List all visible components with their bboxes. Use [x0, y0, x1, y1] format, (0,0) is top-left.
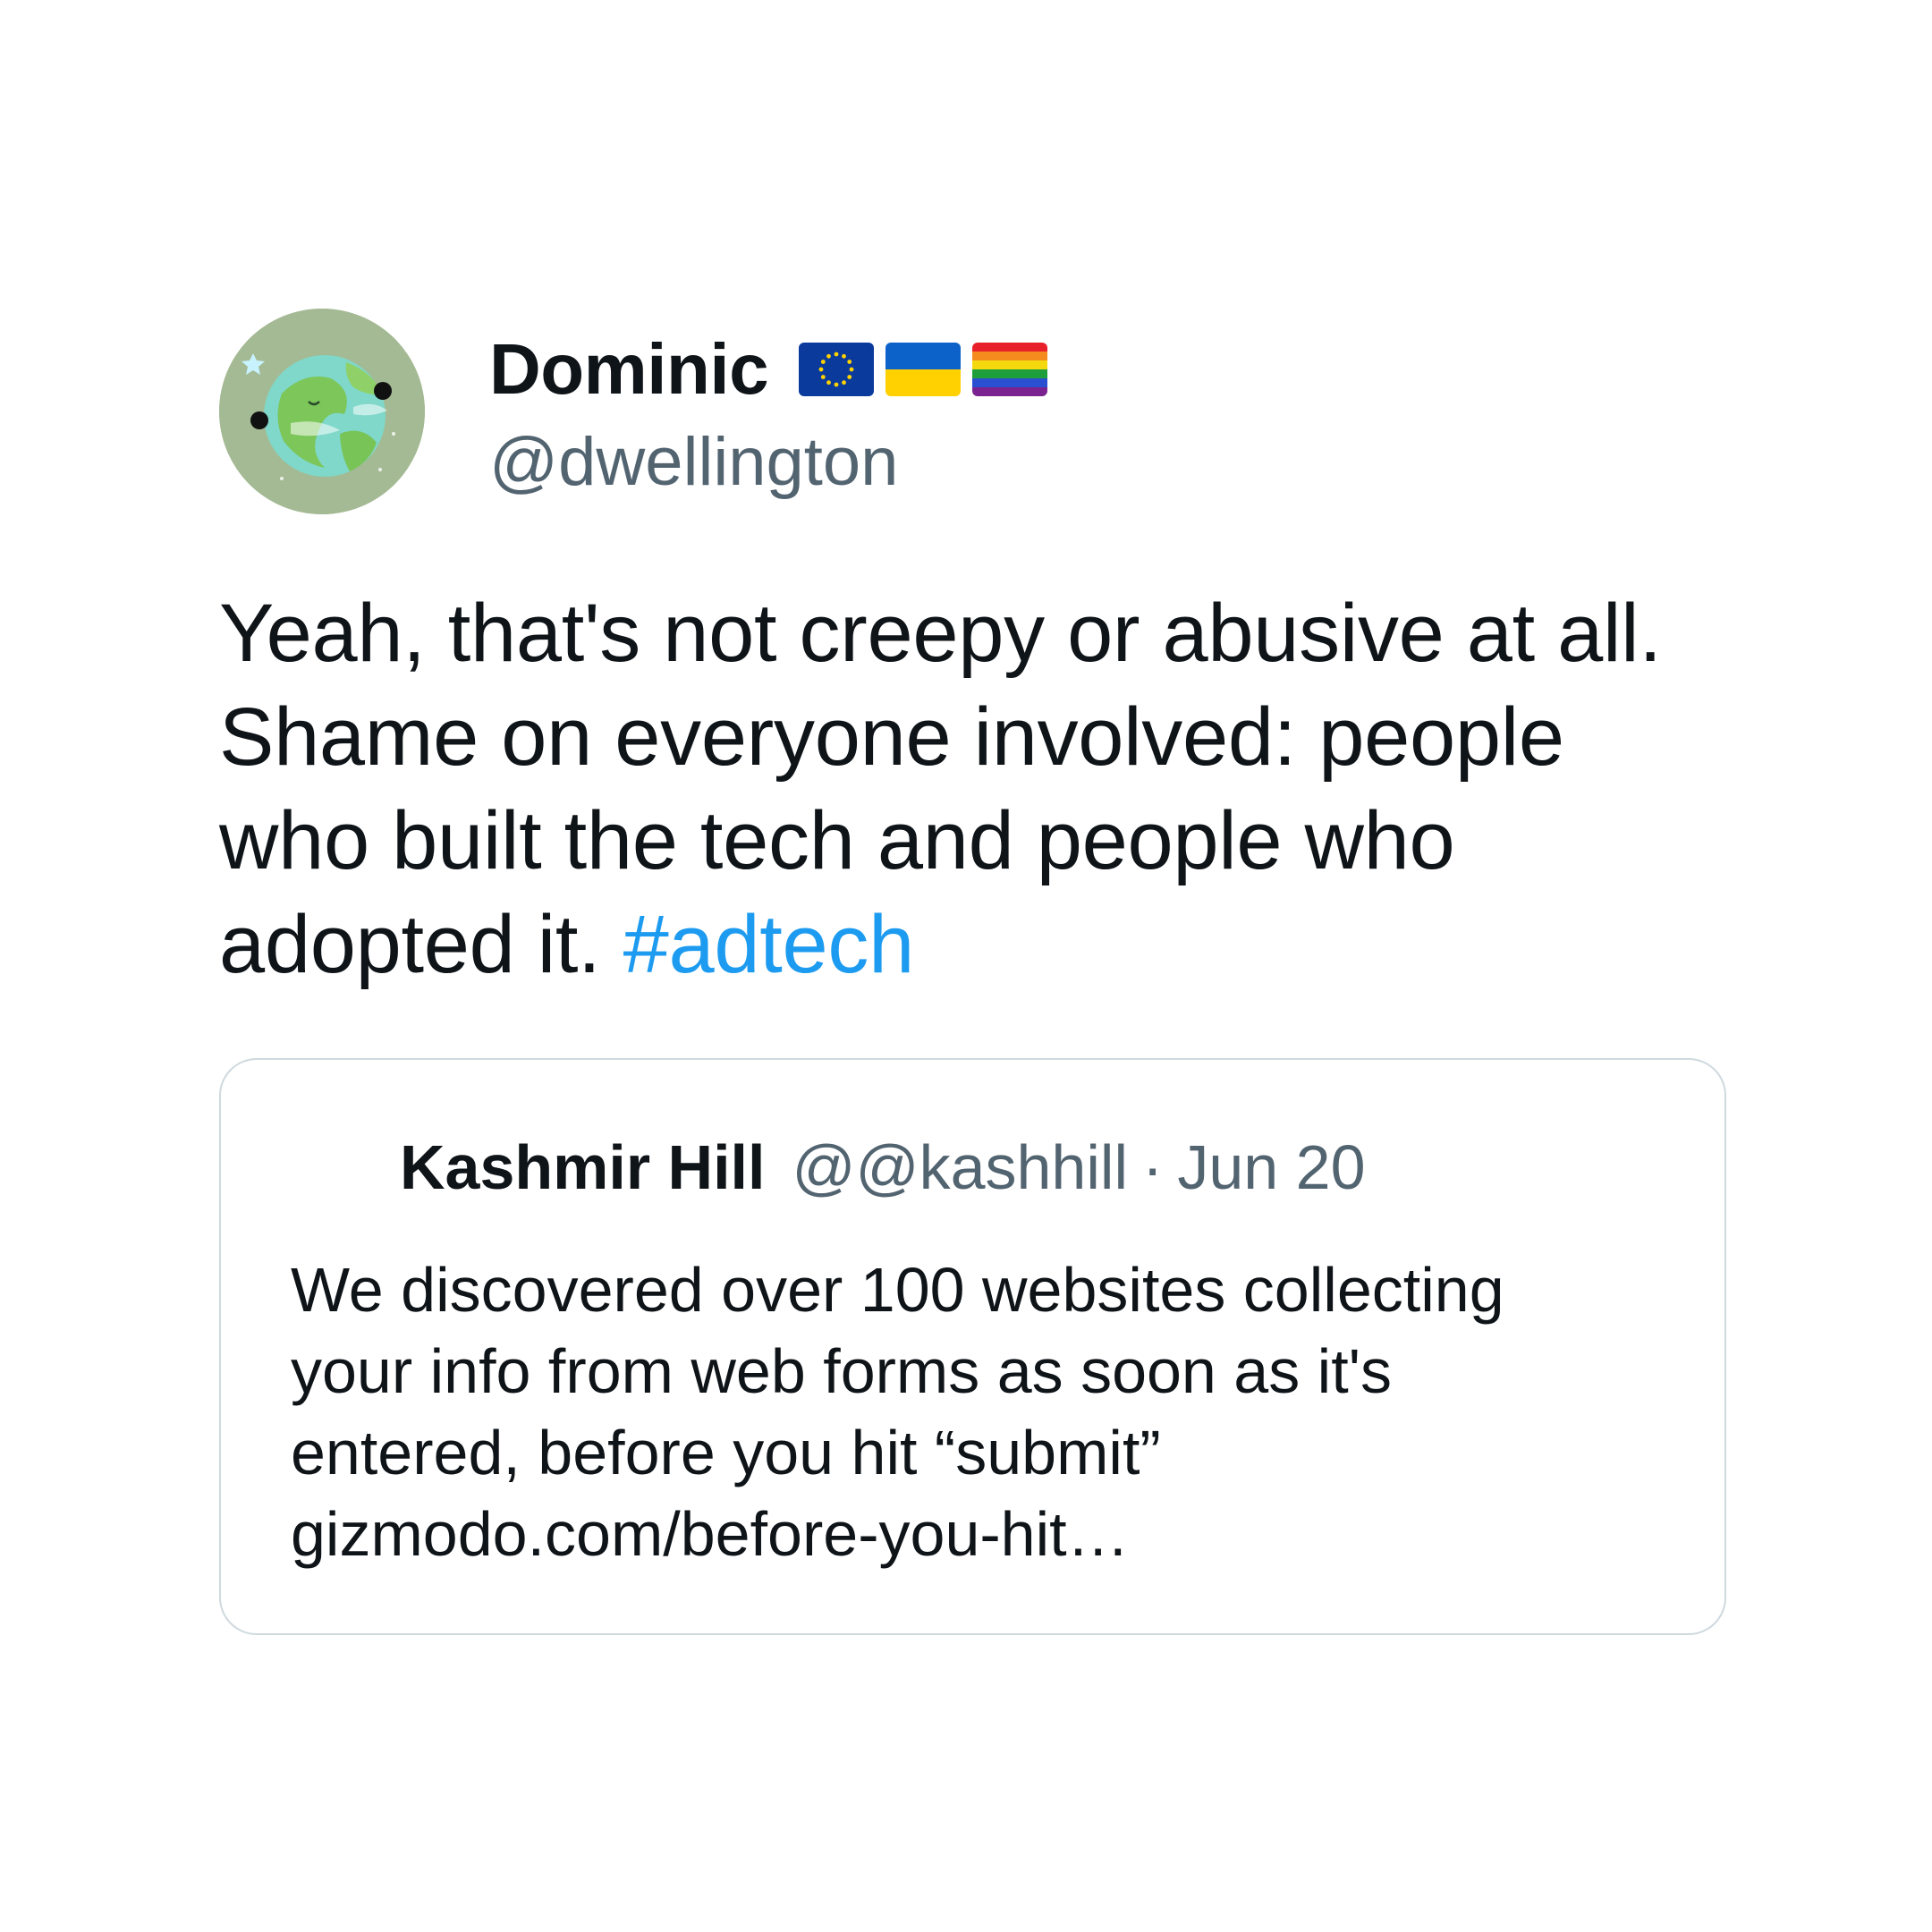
hashtag-link[interactable]: #adtech: [623, 899, 915, 990]
eu-flag-icon: [799, 343, 875, 396]
quoted-author-handle[interactable]: @@kashhill: [792, 1131, 1128, 1203]
tweet-text-main: Yeah, that's not creepy or abusive at al…: [219, 588, 1662, 990]
flag-emojis: [799, 343, 1048, 396]
rainbow-flag-icon: [972, 343, 1048, 396]
tweet: Dominic @dwellington Yeah, that's not cr…: [219, 309, 1731, 990]
quoted-author-name[interactable]: Kashmir Hill: [400, 1131, 765, 1203]
quoted-text-line: We discovered over 100 websites collecti…: [291, 1255, 1504, 1325]
ukraine-flag-icon: [886, 343, 962, 396]
quoted-text-line: entered, before you hit “submit”: [291, 1418, 1161, 1487]
quoted-tweet-text: We discovered over 100 websites collecti…: [291, 1250, 1686, 1575]
author-handle[interactable]: @dwellington: [489, 418, 1047, 507]
earth-avatar-icon[interactable]: [219, 309, 425, 514]
tweet-header: Dominic @dwellington: [219, 309, 1731, 514]
author-names: Dominic @dwellington: [489, 325, 1048, 507]
tweet-text: Yeah, that's not creepy or abusive at al…: [219, 581, 1731, 996]
display-name[interactable]: Dominic: [489, 325, 769, 414]
quoted-tweet-header: Kashmir Hill @@kashhill · Jun 20: [400, 1131, 1366, 1203]
quoted-link[interactable]: gizmodo.com/before-you-hit…: [291, 1494, 1686, 1575]
quoted-text-line: your info from web forms as soon as it's: [291, 1336, 1393, 1406]
display-name-row: Dominic: [489, 325, 1048, 414]
quoted-date[interactable]: Jun 20: [1177, 1131, 1365, 1203]
quoted-tweet-card[interactable]: Kashmir Hill @@kashhill · Jun 20 We disc…: [219, 1058, 1726, 1635]
quoted-separator: ·: [1142, 1132, 1164, 1202]
